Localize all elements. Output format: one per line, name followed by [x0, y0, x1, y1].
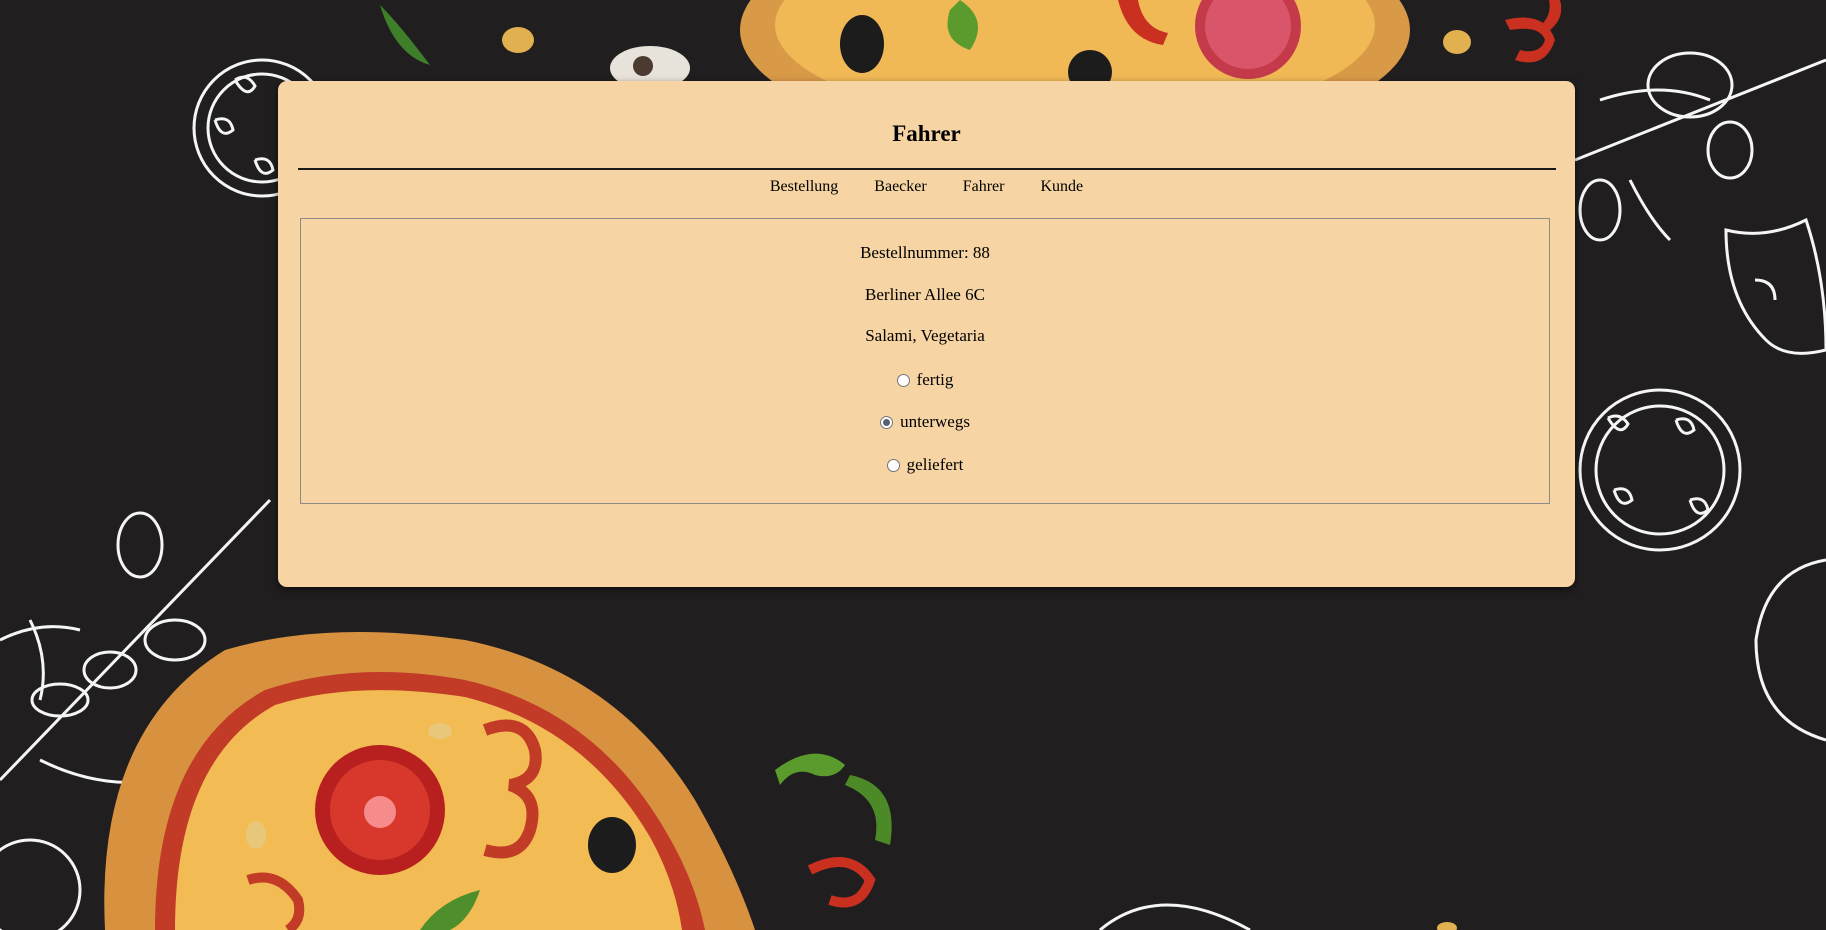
order-pizzas: Salami, Vegetaria	[865, 326, 985, 345]
bottom-pizza-illustration	[104, 632, 756, 930]
main-card: Fahrer Bestellung Baecker Fahrer Kunde B…	[278, 81, 1575, 587]
nav-item-kunde[interactable]: Kunde	[1040, 178, 1083, 196]
order-number: Bestellnummer: 88	[860, 243, 990, 262]
order-panel: Bestellnummer: 88 Berliner Allee 6C Sala…	[300, 218, 1550, 504]
nav-item-bestellung[interactable]: Bestellung	[770, 178, 838, 196]
status-option-unterwegs[interactable]: unterwegs	[301, 412, 1549, 432]
status-radio-fertig[interactable]	[896, 373, 910, 387]
page-title: Fahrer	[892, 121, 961, 146]
main-nav: Bestellung Baecker Fahrer Kunde	[278, 178, 1575, 196]
status-radio-geliefert[interactable]	[886, 458, 900, 472]
status-label-unterwegs: unterwegs	[900, 412, 970, 431]
nav-item-baecker[interactable]: Baecker	[874, 178, 926, 196]
status-option-geliefert[interactable]: geliefert	[301, 455, 1549, 475]
status-label-geliefert: geliefert	[906, 455, 964, 474]
order-address: Berliner Allee 6C	[865, 285, 985, 304]
status-label-fertig: fertig	[916, 370, 954, 389]
title-divider	[298, 168, 1556, 170]
status-radio-unterwegs[interactable]	[880, 415, 894, 429]
status-option-fertig[interactable]: fertig	[301, 370, 1549, 390]
nav-item-fahrer[interactable]: Fahrer	[963, 178, 1005, 196]
